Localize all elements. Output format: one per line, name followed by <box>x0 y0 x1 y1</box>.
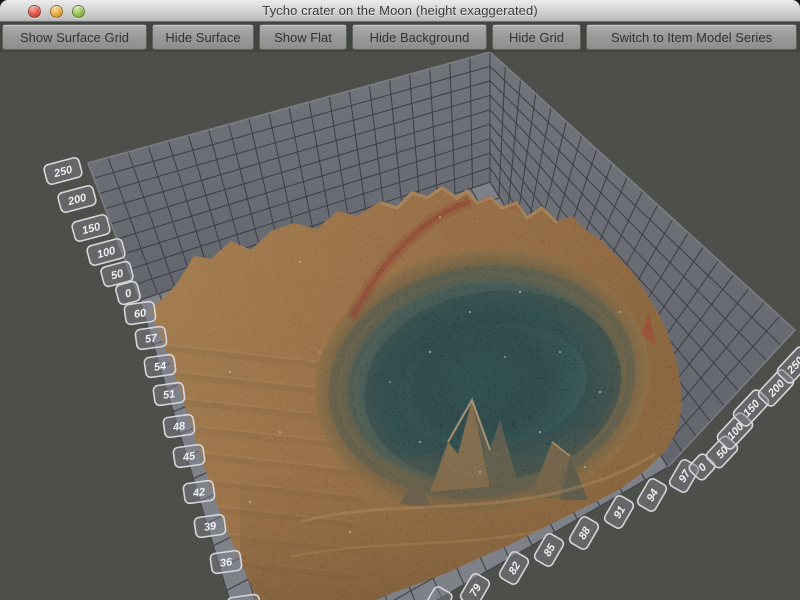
surface-plot-canvas[interactable]: 250 200 150 100 50 0 60 57 54 51 48 45 4… <box>0 52 800 600</box>
svg-text:42: 42 <box>191 486 206 500</box>
window-controls <box>28 0 85 22</box>
button-show-surface-grid[interactable]: Show Surface Grid <box>2 24 147 50</box>
svg-text:45: 45 <box>181 450 197 464</box>
axis-label-row-39: 39 <box>194 514 226 538</box>
button-hide-grid[interactable]: Hide Grid <box>492 24 581 50</box>
axis-label-row-54: 54 <box>144 354 176 378</box>
app-window: Tycho crater on the Moon (height exagger… <box>0 0 800 600</box>
button-hide-surface[interactable]: Hide Surface <box>152 24 254 50</box>
title-bar[interactable]: Tycho crater on the Moon (height exagger… <box>0 0 800 22</box>
toolbar: Show Surface GridHide SurfaceShow FlatHi… <box>0 22 800 52</box>
axis-label-row-42: 42 <box>183 480 215 504</box>
svg-text:54: 54 <box>153 360 167 374</box>
svg-text:51: 51 <box>162 388 176 402</box>
window-title: Tycho crater on the Moon (height exagger… <box>0 3 800 18</box>
axis-label-row-48: 48 <box>163 414 195 438</box>
button-hide-background[interactable]: Hide Background <box>352 24 487 50</box>
zoom-button[interactable] <box>72 5 85 18</box>
axis-label-row-45: 45 <box>173 444 205 468</box>
button-switch-to-item-model-series[interactable]: Switch to Item Model Series <box>586 24 797 50</box>
close-button[interactable] <box>28 5 41 18</box>
axis-label-row-57: 57 <box>135 326 167 350</box>
axis-label-row-60: 60 <box>124 301 156 325</box>
axis-label-row-51: 51 <box>153 382 185 406</box>
axis-label-row-36: 36 <box>210 550 242 574</box>
button-show-flat[interactable]: Show Flat <box>259 24 347 50</box>
svg-text:48: 48 <box>171 420 187 434</box>
minimize-button[interactable] <box>50 5 63 18</box>
